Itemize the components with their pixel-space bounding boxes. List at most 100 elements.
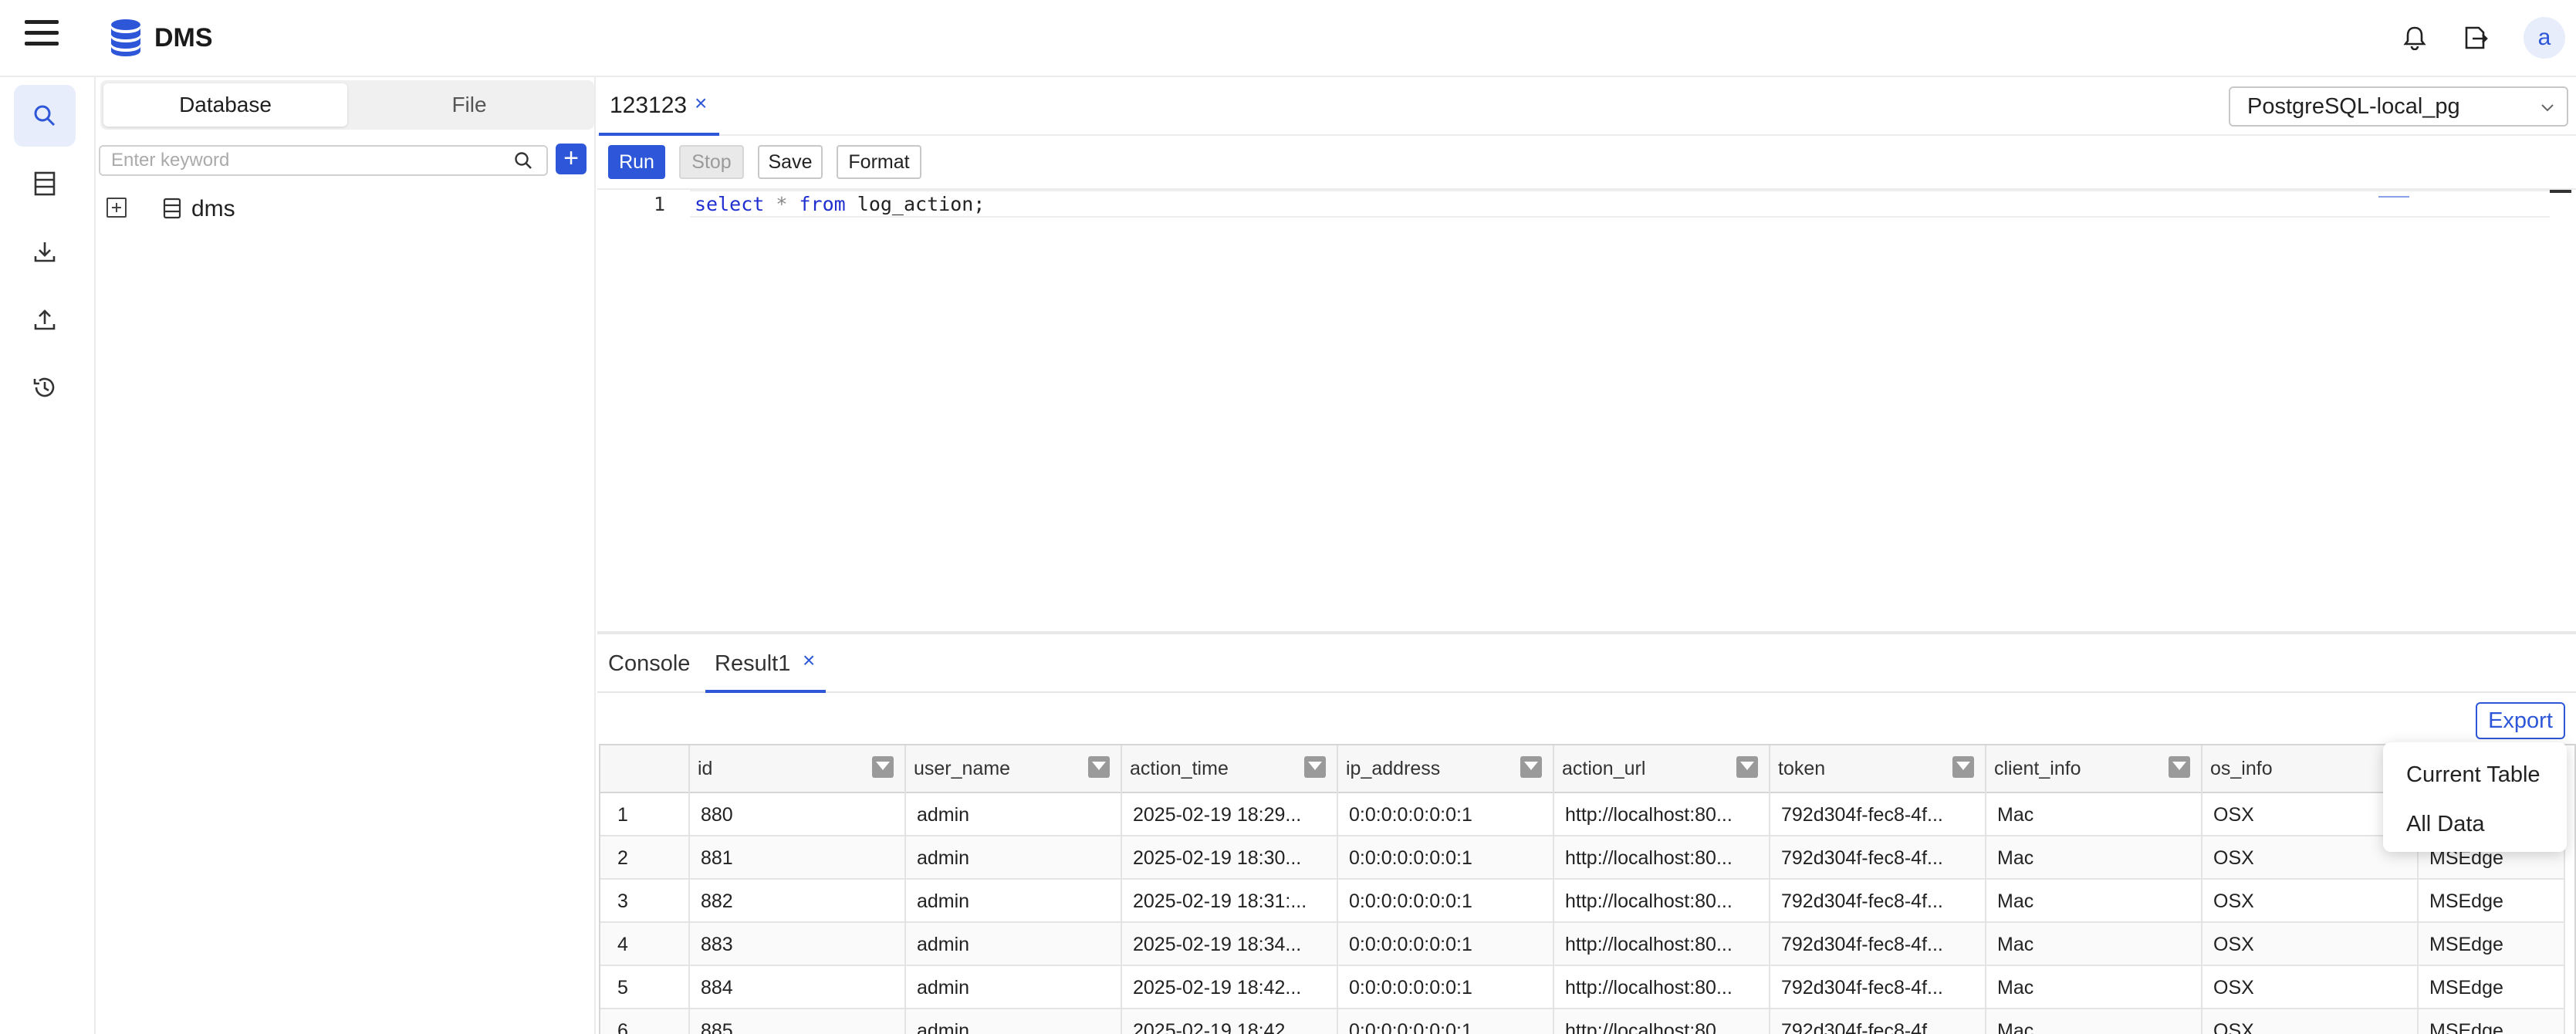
filter-icon[interactable] — [1088, 756, 1110, 778]
filter-icon[interactable] — [1304, 756, 1326, 778]
table-cell[interactable]: 792d304f-fec8-4f... — [1770, 923, 1986, 966]
keyword-search-input[interactable] — [99, 145, 548, 176]
table-cell[interactable]: Mac — [1986, 923, 2202, 966]
filter-icon[interactable] — [2169, 756, 2190, 778]
table-cell[interactable]: 0:0:0:0:0:0:0:1 — [1338, 880, 1554, 923]
table-cell[interactable]: 0:0:0:0:0:0:0:1 — [1338, 923, 1554, 966]
table-cell[interactable]: 2025-02-19 18:30... — [1122, 836, 1338, 880]
table-cell[interactable]: Mac — [1986, 966, 2202, 1009]
table-cell[interactable]: 792d304f-fec8-4f... — [1770, 836, 1986, 880]
table-row[interactable]: 6 885 admin 2025-02-19 18:42... 0:0:0:0:0:0:… — [600, 1009, 2565, 1034]
bell-icon[interactable] — [2399, 22, 2431, 54]
table-cell[interactable]: admin — [906, 966, 1122, 1009]
table-cell[interactable]: 0:0:0:0:0:0:0:1 — [1338, 966, 1554, 1009]
table-cell[interactable]: http://localhost:80... — [1554, 923, 1770, 966]
table-cell[interactable]: MSEdge — [2419, 923, 2565, 966]
expand-icon[interactable] — [106, 198, 127, 218]
export-all-data[interactable]: All Data — [2406, 812, 2485, 837]
table-cell[interactable]: admin — [906, 923, 1122, 966]
table-row[interactable]: 3 882 admin 2025-02-19 18:31:... 0:0:0:0:0:0… — [600, 880, 2565, 923]
scrollbar-marker[interactable] — [2550, 190, 2571, 193]
table-cell[interactable]: 2025-02-19 18:31:... — [1122, 880, 1338, 923]
table-cell[interactable]: admin — [906, 836, 1122, 880]
code-line[interactable]: select * from log_action; — [695, 193, 985, 215]
table-cell[interactable]: Mac — [1986, 880, 2202, 923]
export-document-icon[interactable] — [2460, 22, 2493, 54]
filter-icon[interactable] — [872, 756, 894, 778]
table-row[interactable]: 5 884 admin 2025-02-19 18:42... 0:0:0:0:0:0:… — [600, 966, 2565, 1009]
table-cell[interactable]: MSEdge — [2419, 880, 2565, 923]
connection-select[interactable]: PostgreSQL-local_pg — [2229, 86, 2568, 127]
column-header[interactable]: token — [1770, 745, 1986, 793]
tab-file[interactable]: File — [347, 83, 591, 127]
tab-database[interactable]: Database — [103, 83, 347, 127]
table-cell[interactable]: 2025-02-19 18:29... — [1122, 793, 1338, 836]
column-header[interactable]: action_url — [1554, 745, 1770, 793]
rail-upload-icon[interactable] — [14, 289, 76, 350]
close-icon[interactable]: × — [695, 91, 707, 116]
tree-node-label[interactable]: dms — [191, 196, 235, 222]
table-cell[interactable]: OSX — [2202, 1009, 2419, 1034]
rail-download-icon[interactable] — [14, 221, 76, 282]
table-cell[interactable]: 792d304f-fec8-4f... — [1770, 1009, 1986, 1034]
table-cell[interactable]: OSX — [2202, 923, 2419, 966]
menu-icon[interactable] — [25, 20, 59, 54]
format-button[interactable]: Format — [837, 145, 921, 179]
table-cell[interactable]: 884 — [690, 966, 906, 1009]
table-cell[interactable]: 792d304f-fec8-4f... — [1770, 880, 1986, 923]
avatar[interactable]: a — [2524, 17, 2565, 59]
filter-icon[interactable] — [1952, 756, 1974, 778]
table-cell[interactable]: OSX — [2202, 966, 2419, 1009]
table-cell[interactable]: MSEdge — [2419, 1009, 2565, 1034]
column-header[interactable]: user_name — [906, 745, 1122, 793]
column-header[interactable]: ip_address — [1338, 745, 1554, 793]
minimap[interactable] — [2372, 190, 2422, 198]
tab-console[interactable]: Console — [597, 634, 695, 693]
table-row[interactable]: 2 881 admin 2025-02-19 18:30... 0:0:0:0:0:0:… — [600, 836, 2565, 880]
column-header[interactable]: action_time — [1122, 745, 1338, 793]
table-cell[interactable]: Mac — [1986, 793, 2202, 836]
run-button[interactable]: Run — [608, 145, 665, 179]
table-row[interactable]: 4 883 admin 2025-02-19 18:34... 0:0:0:0:0:0:… — [600, 923, 2565, 966]
save-button[interactable]: Save — [758, 145, 823, 179]
editor-tab[interactable]: 123123 × — [599, 77, 719, 136]
rail-search-icon[interactable] — [14, 85, 76, 147]
sql-editor[interactable]: 1 select * from log_action; — [597, 188, 2576, 631]
search-icon[interactable] — [512, 150, 536, 173]
table-cell[interactable]: http://localhost:80... — [1554, 966, 1770, 1009]
table-cell[interactable]: MSEdge — [2419, 966, 2565, 1009]
table-cell[interactable]: 2025-02-19 18:42... — [1122, 1009, 1338, 1034]
table-cell[interactable]: http://localhost:80... — [1554, 1009, 1770, 1034]
tab-result1[interactable]: Result1 × — [705, 634, 826, 693]
tree-node-dms[interactable]: dms — [96, 190, 590, 228]
rail-table-icon[interactable] — [14, 153, 76, 215]
table-cell[interactable]: 881 — [690, 836, 906, 880]
table-cell[interactable]: http://localhost:80... — [1554, 793, 1770, 836]
table-cell[interactable]: http://localhost:80... — [1554, 836, 1770, 880]
close-icon[interactable]: × — [803, 648, 815, 673]
filter-icon[interactable] — [1520, 756, 1542, 778]
table-cell[interactable]: http://localhost:80... — [1554, 880, 1770, 923]
table-cell[interactable]: OSX — [2202, 880, 2419, 923]
table-row[interactable]: 1 880 admin 2025-02-19 18:29... 0:0:0:0:0:0:… — [600, 793, 2565, 836]
table-cell[interactable]: 792d304f-fec8-4f... — [1770, 966, 1986, 1009]
table-cell[interactable]: 885 — [690, 1009, 906, 1034]
table-cell[interactable]: admin — [906, 880, 1122, 923]
filter-icon[interactable] — [1736, 756, 1758, 778]
table-cell[interactable]: 792d304f-fec8-4f... — [1770, 793, 1986, 836]
stop-button[interactable]: Stop — [679, 145, 744, 179]
table-cell[interactable]: 0:0:0:0:0:0:0:1 — [1338, 1009, 1554, 1034]
table-cell[interactable]: Mac — [1986, 1009, 2202, 1034]
rail-history-icon[interactable] — [14, 356, 76, 418]
table-cell[interactable]: 883 — [690, 923, 906, 966]
column-header[interactable]: client_info — [1986, 745, 2202, 793]
table-cell[interactable]: 882 — [690, 880, 906, 923]
table-cell[interactable]: 2025-02-19 18:34... — [1122, 923, 1338, 966]
table-cell[interactable]: admin — [906, 1009, 1122, 1034]
add-connection-button[interactable]: + — [556, 144, 587, 174]
table-cell[interactable]: 0:0:0:0:0:0:0:1 — [1338, 836, 1554, 880]
export-current-table[interactable]: Current Table — [2406, 762, 2541, 788]
table-cell[interactable]: admin — [906, 793, 1122, 836]
table-cell[interactable]: 0:0:0:0:0:0:0:1 — [1338, 793, 1554, 836]
table-cell[interactable]: 2025-02-19 18:42... — [1122, 966, 1338, 1009]
